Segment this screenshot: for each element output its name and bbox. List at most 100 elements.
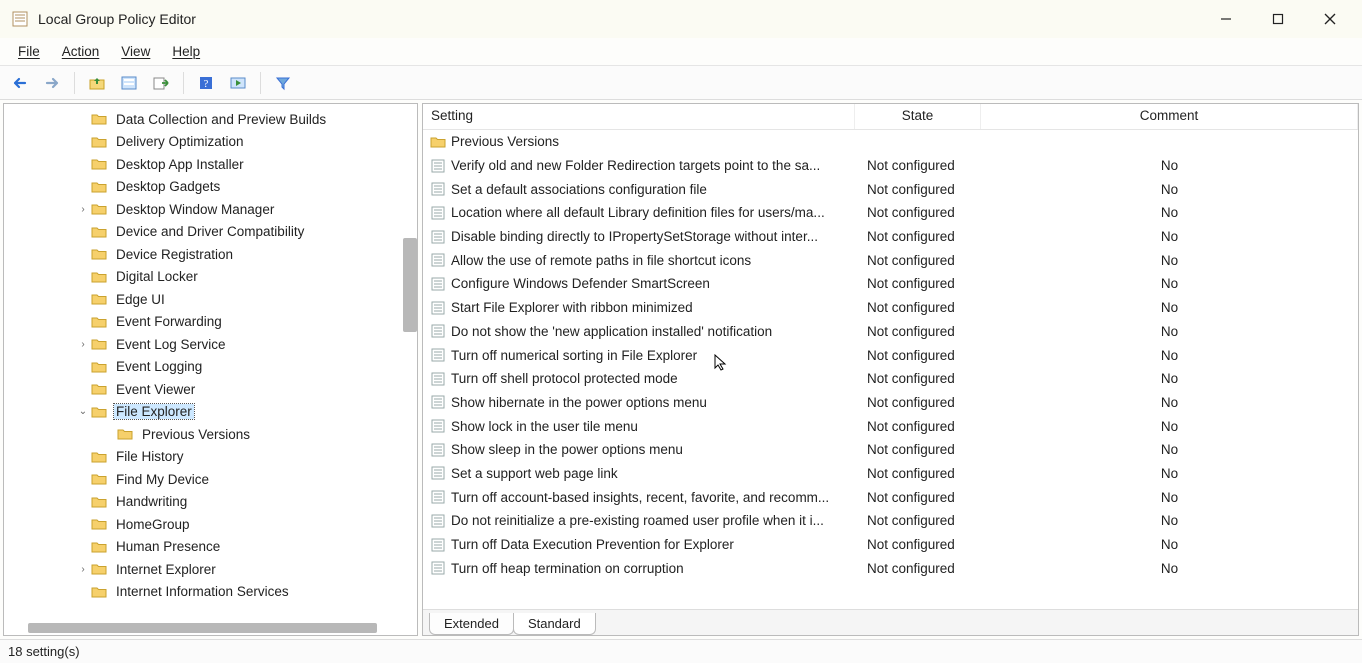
menu-file[interactable]: File xyxy=(8,40,50,63)
setting-state: Not configured xyxy=(855,561,981,576)
folder-icon xyxy=(90,584,108,600)
list-row[interactable]: Show hibernate in the power options menu… xyxy=(423,391,1358,415)
maximize-button[interactable] xyxy=(1252,0,1304,38)
setting-name: Configure Windows Defender SmartScreen xyxy=(451,276,710,291)
setting-comment: No xyxy=(981,229,1358,244)
tree-item-label: File Explorer xyxy=(114,404,194,419)
chevron-down-icon[interactable]: ⌄ xyxy=(76,406,90,417)
column-setting[interactable]: Setting xyxy=(423,104,855,129)
list-row[interactable]: Turn off numerical sorting in File Explo… xyxy=(423,343,1358,367)
tree-item[interactable]: ›Desktop Window Manager xyxy=(4,198,417,221)
setting-name: Previous Versions xyxy=(451,134,559,149)
setting-state: Not configured xyxy=(855,513,981,528)
menu-view[interactable]: View xyxy=(111,40,160,63)
setting-comment: No xyxy=(981,300,1358,315)
list-row[interactable]: Show lock in the user tile menuNot confi… xyxy=(423,414,1358,438)
close-button[interactable] xyxy=(1304,0,1356,38)
minimize-button[interactable] xyxy=(1200,0,1252,38)
tree-item[interactable]: Handwriting xyxy=(4,491,417,514)
chevron-right-icon[interactable]: › xyxy=(76,564,90,575)
tree-item[interactable]: Desktop App Installer xyxy=(4,153,417,176)
properties-button[interactable] xyxy=(115,70,143,96)
policy-icon xyxy=(429,442,447,458)
run-button[interactable] xyxy=(224,70,252,96)
tree-item[interactable]: ⌄ File Explorer xyxy=(4,401,417,424)
setting-name: Show sleep in the power options menu xyxy=(451,442,683,457)
chevron-right-icon[interactable]: › xyxy=(76,204,90,215)
tree-item-label: File History xyxy=(114,449,186,464)
tree-item[interactable]: HomeGroup xyxy=(4,513,417,536)
forward-button[interactable] xyxy=(38,70,66,96)
list-row[interactable]: Turn off heap termination on corruptionN… xyxy=(423,556,1358,580)
setting-name: Turn off Data Execution Prevention for E… xyxy=(451,537,734,552)
tree-hscrollbar-thumb[interactable] xyxy=(28,623,377,633)
list-row[interactable]: Turn off account-based insights, recent,… xyxy=(423,485,1358,509)
window-title: Local Group Policy Editor xyxy=(38,11,196,27)
folder-icon xyxy=(90,224,108,240)
tree-item[interactable]: Device Registration xyxy=(4,243,417,266)
menu-help[interactable]: Help xyxy=(162,40,210,63)
setting-comment: No xyxy=(981,442,1358,457)
list-row[interactable]: Show sleep in the power options menuNot … xyxy=(423,438,1358,462)
tree-item[interactable]: Edge UI xyxy=(4,288,417,311)
tree-item[interactable]: ›Event Log Service xyxy=(4,333,417,356)
tab-extended[interactable]: Extended xyxy=(429,613,514,635)
policy-icon xyxy=(429,205,447,221)
tree-vscrollbar-thumb[interactable] xyxy=(403,238,417,332)
list-row[interactable]: Do not show the 'new application install… xyxy=(423,320,1358,344)
folder-icon xyxy=(116,426,134,442)
tree-item[interactable]: Data Collection and Preview Builds xyxy=(4,108,417,131)
list-body[interactable]: Previous Versions Verify old and new Fold… xyxy=(423,130,1358,609)
toolbar-separator xyxy=(74,72,75,94)
column-comment[interactable]: Comment xyxy=(981,104,1358,129)
list-row[interactable]: Set a support web page linkNot configure… xyxy=(423,462,1358,486)
list-row[interactable]: Set a default associations configuration… xyxy=(423,177,1358,201)
list-row[interactable]: Do not reinitialize a pre-existing roame… xyxy=(423,509,1358,533)
column-state[interactable]: State xyxy=(855,104,981,129)
app-icon xyxy=(10,9,30,29)
back-button[interactable] xyxy=(6,70,34,96)
chevron-right-icon[interactable]: › xyxy=(76,339,90,350)
tree-scroll[interactable]: Data Collection and Preview Builds Delive… xyxy=(4,104,417,621)
tree-item[interactable]: Delivery Optimization xyxy=(4,131,417,154)
tree-item[interactable]: Device and Driver Compatibility xyxy=(4,221,417,244)
tree-item[interactable]: ›Internet Explorer xyxy=(4,558,417,581)
list-row[interactable]: Allow the use of remote paths in file sh… xyxy=(423,248,1358,272)
tab-standard[interactable]: Standard xyxy=(513,613,596,635)
folder-icon xyxy=(90,381,108,397)
tree-item-label: Internet Information Services xyxy=(114,584,291,599)
tree-item[interactable]: Internet Information Services xyxy=(4,581,417,604)
tree-item[interactable]: Human Presence xyxy=(4,536,417,559)
setting-name: Show lock in the user tile menu xyxy=(451,419,638,434)
export-button[interactable] xyxy=(147,70,175,96)
tree-item[interactable]: Desktop Gadgets xyxy=(4,176,417,199)
list-row[interactable]: Previous Versions xyxy=(423,130,1358,154)
tree-item[interactable]: Find My Device xyxy=(4,468,417,491)
list-row[interactable]: Disable binding directly to IPropertySet… xyxy=(423,225,1358,249)
list-row[interactable]: Turn off Data Execution Prevention for E… xyxy=(423,533,1358,557)
setting-comment: No xyxy=(981,371,1358,386)
setting-state: Not configured xyxy=(855,253,981,268)
list-row[interactable]: Configure Windows Defender SmartScreenNo… xyxy=(423,272,1358,296)
tree-item[interactable]: Digital Locker xyxy=(4,266,417,289)
tree-item[interactable]: File History xyxy=(4,446,417,469)
up-folder-button[interactable] xyxy=(83,70,111,96)
tree-item[interactable]: Event Viewer xyxy=(4,378,417,401)
menu-action[interactable]: Action xyxy=(52,40,110,63)
filter-button[interactable] xyxy=(269,70,297,96)
setting-name: Location where all default Library defin… xyxy=(451,205,825,220)
help-button[interactable]: ? xyxy=(192,70,220,96)
list-row[interactable]: Turn off shell protocol protected modeNo… xyxy=(423,367,1358,391)
tree-item-label: Data Collection and Preview Builds xyxy=(114,112,328,127)
list-row[interactable]: Location where all default Library defin… xyxy=(423,201,1358,225)
setting-name: Do not show the 'new application install… xyxy=(451,324,772,339)
tree-item[interactable]: Event Logging xyxy=(4,356,417,379)
tree-hscrollbar[interactable] xyxy=(4,621,417,635)
list-row[interactable]: Start File Explorer with ribbon minimize… xyxy=(423,296,1358,320)
tree-item[interactable]: Previous Versions xyxy=(4,423,417,446)
setting-state: Not configured xyxy=(855,395,981,410)
tree-item[interactable]: Event Forwarding xyxy=(4,311,417,334)
policy-icon xyxy=(429,323,447,339)
setting-name: Turn off account-based insights, recent,… xyxy=(451,490,829,505)
list-row[interactable]: Verify old and new Folder Redirection ta… xyxy=(423,154,1358,178)
